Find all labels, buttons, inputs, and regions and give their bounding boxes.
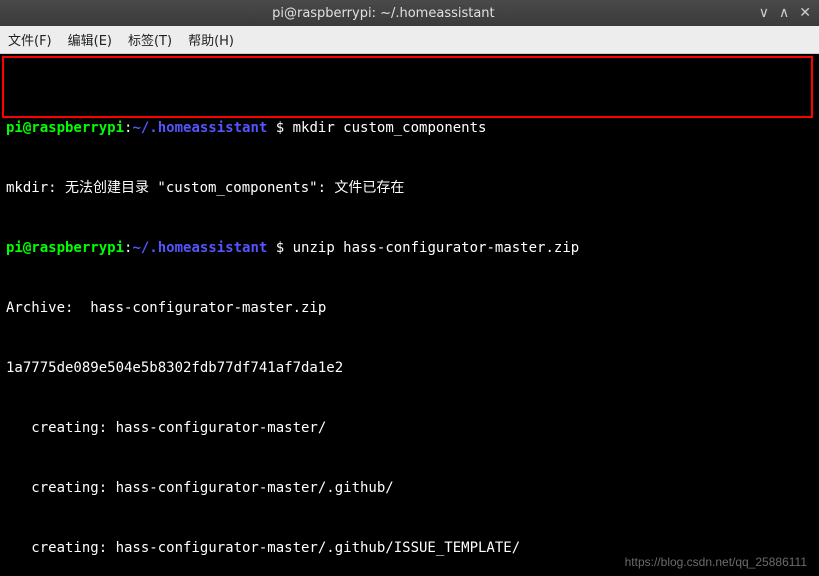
- prompt-path: ~/.homeassistant: [132, 240, 267, 256]
- terminal-line: pi@raspberrypi:~/.homeassistant $ unzip …: [6, 238, 813, 258]
- terminal-line: creating: hass-configurator-master/: [6, 418, 813, 438]
- menu-tabs[interactable]: 标签(T): [128, 30, 172, 49]
- menubar: 文件(F) 编辑(E) 标签(T) 帮助(H): [0, 26, 819, 54]
- command-text: mkdir custom_components: [293, 120, 487, 136]
- highlight-box: [2, 56, 813, 118]
- menu-edit[interactable]: 编辑(E): [68, 30, 112, 49]
- prompt-user: pi@raspberrypi: [6, 120, 124, 136]
- prompt-user: pi@raspberrypi: [6, 240, 124, 256]
- terminal-line: 1a7775de089e504e5b8302fdb77df741af7da1e2: [6, 358, 813, 378]
- prompt-path: ~/.homeassistant: [132, 120, 267, 136]
- command-text: unzip hass-configurator-master.zip: [293, 240, 580, 256]
- window: pi@raspberrypi: ~/.homeassistant ∨ ∧ ✕ 文…: [0, 0, 819, 576]
- terminal[interactable]: pi@raspberrypi:~/.homeassistant $ mkdir …: [0, 54, 819, 576]
- prompt-dollar: $: [267, 120, 292, 136]
- window-title: pi@raspberrypi: ~/.homeassistant: [8, 6, 759, 21]
- watermark: https://blog.csdn.net/qq_25886111: [625, 552, 807, 572]
- menu-help[interactable]: 帮助(H): [188, 30, 234, 49]
- minimize-icon[interactable]: ∨: [759, 5, 769, 21]
- maximize-icon[interactable]: ∧: [779, 5, 789, 21]
- terminal-line: pi@raspberrypi:~/.homeassistant $ mkdir …: [6, 118, 813, 138]
- prompt-dollar: $: [267, 240, 292, 256]
- terminal-line: Archive: hass-configurator-master.zip: [6, 298, 813, 318]
- menu-file[interactable]: 文件(F): [8, 30, 52, 49]
- titlebar[interactable]: pi@raspberrypi: ~/.homeassistant ∨ ∧ ✕: [0, 0, 819, 26]
- close-icon[interactable]: ✕: [799, 5, 811, 21]
- terminal-line: creating: hass-configurator-master/.gith…: [6, 478, 813, 498]
- window-controls: ∨ ∧ ✕: [759, 5, 811, 21]
- terminal-line: mkdir: 无法创建目录 "custom_components": 文件已存在: [6, 178, 813, 198]
